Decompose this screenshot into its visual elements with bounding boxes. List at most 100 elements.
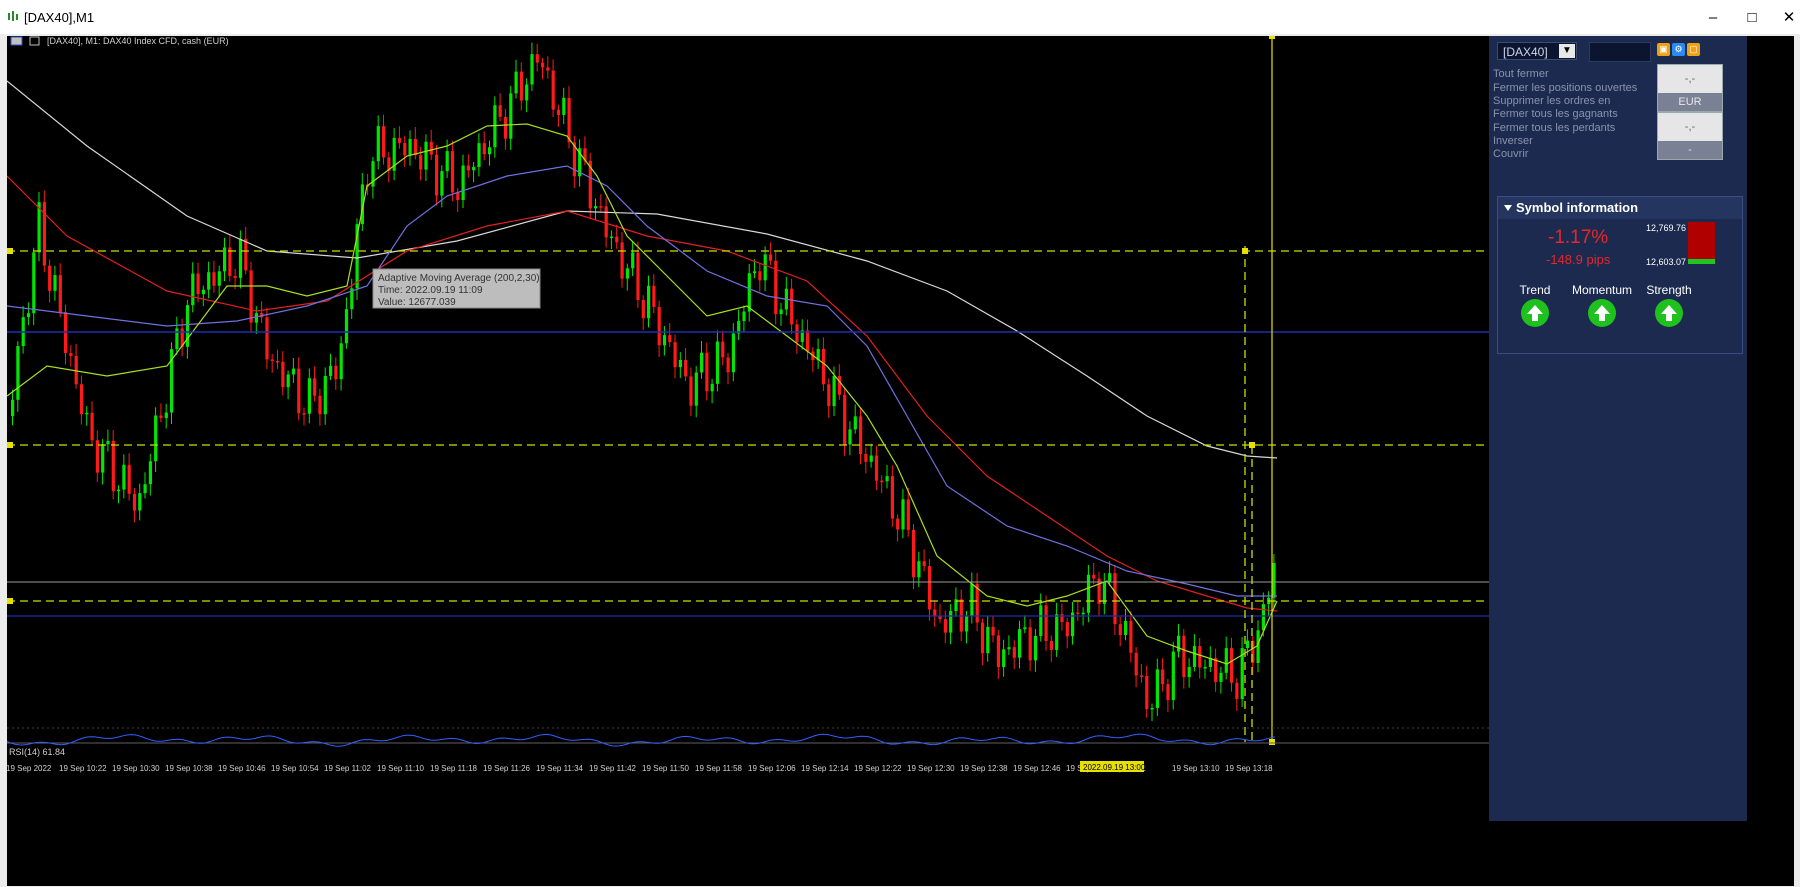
menu-close-all[interactable]: Tout fermer [1493,68,1549,80]
time-tick-label: 19 Sep 11:18 [430,764,478,773]
candle-body [556,109,561,115]
candle-body [647,285,651,319]
minimize-button[interactable]: – [1702,8,1724,28]
candle-body [419,155,423,170]
candle-body [329,365,333,376]
candle-body [482,143,486,155]
candle-body [403,142,407,156]
candle-body [1086,574,1091,613]
menu-close-open-positions[interactable]: Fermer les positions ouvertes [1493,82,1637,94]
strength-up-arrow-icon [1655,299,1683,327]
candle-body [525,84,529,101]
candle-body [567,97,571,143]
day-high: 12,769.76 [1646,223,1687,233]
close-button[interactable]: ✕ [1778,8,1800,28]
trend-up-arrow-icon [1521,299,1549,327]
trade-panel: [DAX40] ▼ ▣ ⚙ ▢ Tout fermer Fermer les p… [1489,36,1747,821]
candle-body [408,138,412,156]
candle-body [79,384,84,415]
candle-body [223,247,227,272]
candle-body [85,412,89,415]
candle-body [1002,649,1006,668]
gear-icon[interactable]: ⚙ [1672,43,1685,56]
candle-body [609,236,614,239]
window-icon[interactable]: ▢ [1687,43,1700,56]
candle-body [827,384,831,407]
candle-body [806,330,810,352]
rsi-label: RSI(14) 61.84 [9,747,65,757]
chart-app-icon [8,11,18,21]
momentum-up-arrow-icon [1588,299,1616,327]
candle-body [1224,648,1228,673]
chevron-down-icon[interactable]: ▼ [1559,44,1575,58]
candle-body [1134,652,1138,676]
symbol-information-header[interactable]: Symbol information [1498,197,1742,219]
lot-input[interactable] [1589,42,1651,62]
time-tick-label: 19 Sep 10:54 [271,764,319,773]
candle-body [742,311,746,322]
candle-body [853,416,857,430]
candle-body [249,270,253,323]
candle-body [795,324,799,342]
menu-delete-orders[interactable]: Supprimer les ordres en [1493,95,1610,107]
time-tick-label: 19 Sep 11:58 [695,764,743,773]
candle-body [509,93,513,139]
candle-body [1187,666,1191,678]
candle-body [604,206,608,238]
candle-body [901,499,905,530]
candle-body [758,271,762,281]
candle-body [551,70,555,110]
time-tick-label: 19 Sep 11:02 [324,764,372,773]
chart-type-icon [29,36,40,46]
candle-body [599,206,603,208]
candle-body [721,341,725,358]
candle-body [986,626,990,654]
candle-body [519,71,523,101]
candle-body [790,288,794,325]
candle-body [164,412,168,419]
menu-close-winners[interactable]: Fermer tous les gagnants [1493,108,1618,120]
candle-body [1076,612,1080,614]
menu-hedge[interactable]: Couvrir [1493,148,1528,160]
change-percent: -1.17% [1548,227,1609,248]
candle-body [413,138,417,156]
candle-body [779,309,783,315]
menu-reverse[interactable]: Inverser [1493,135,1533,147]
candle-body [466,165,470,171]
candle-body [631,252,635,269]
time-tick-label: 19 Sep 10:22 [59,764,107,773]
candle-body [641,299,645,319]
candle-body [148,461,152,485]
candle-body [424,141,428,170]
candle-body [689,376,693,406]
candle-body [101,444,105,473]
time-tick-label: 19 Sep 2022 [7,764,52,773]
candle-body [1023,627,1027,630]
copy-icon[interactable]: ▣ [1657,43,1670,56]
candle-body [678,359,682,368]
symbol-select[interactable]: [DAX40] ▼ [1497,42,1577,60]
day-low: 12,603.07 [1646,257,1687,267]
candle-body [684,359,688,377]
candle-body [890,476,894,519]
maximize-button[interactable]: □ [1741,8,1763,28]
candle-body [143,484,147,494]
sell-box[interactable]: -,- - [1657,112,1723,160]
candle-body [191,273,195,306]
tooltip-line-2: Time: 2022.09.19 11:09 [378,285,483,296]
time-tick-label: 19 Sep 10:38 [165,764,213,773]
candle-body [1049,641,1053,650]
candle-body [1219,672,1223,682]
candle-body [233,276,237,278]
candle-body [927,566,932,610]
candle-body [1161,669,1165,685]
candle-body [318,395,322,415]
menu-close-losers[interactable]: Fermer tous les perdants [1493,122,1615,134]
candle-body [313,378,317,396]
time-tick-label: 19 Sep 12:14 [801,764,849,773]
candle-body [503,116,508,139]
candle-body [212,272,216,286]
candle-body [323,375,327,415]
buy-box[interactable]: -,- EUR [1657,64,1723,112]
candle-body [1261,604,1265,631]
